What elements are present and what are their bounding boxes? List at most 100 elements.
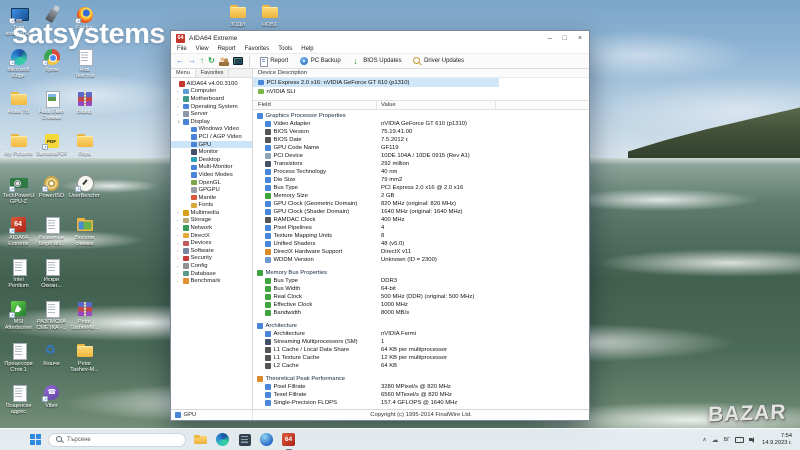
tree-item[interactable]: Desktop <box>171 156 252 164</box>
field-row[interactable]: BIOS Version 75.19.41.00 <box>253 128 589 136</box>
expand-arrow-icon[interactable]: › <box>177 226 181 231</box>
field-row[interactable]: Texel Fillrate 6560 MTexel/s @ 820 MHz <box>253 391 589 399</box>
desktop-icon[interactable]: ЗОДИ <box>222 3 253 28</box>
field-row[interactable]: RAMDAC Clock 400 MHz <box>253 216 589 224</box>
language-indicator[interactable]: БГ <box>724 437 731 443</box>
field-row[interactable]: L2 Cache 64 KB <box>253 362 589 370</box>
field-row[interactable]: Process Technology 40 nm <box>253 168 589 176</box>
field-row[interactable]: WDDM Version Unknown (ID = 2300) <box>253 256 589 264</box>
forward-icon[interactable]: → <box>188 57 196 65</box>
expand-arrow-icon[interactable]: › <box>177 210 181 215</box>
expand-arrow-icon[interactable]: › <box>177 233 181 238</box>
field-row[interactable]: Real Clock 500 MHz (DDR) (original: 500 … <box>253 293 589 301</box>
users-icon[interactable] <box>218 56 229 66</box>
tree-item[interactable]: › Storage <box>171 217 252 225</box>
field-row[interactable]: Bus Type PCI Express 2.0 x16 @ 2.0 x16 <box>253 184 589 192</box>
field-row[interactable]: Texture Mapping Units 8 <box>253 232 589 240</box>
menu-item[interactable]: View <box>196 46 209 52</box>
tree-item[interactable]: GPGPU <box>171 186 252 194</box>
remote-monitor-icon[interactable] <box>232 57 243 65</box>
group-row[interactable]: Graphics Processor Properties <box>253 112 589 120</box>
value-column-header[interactable]: Value <box>377 101 496 109</box>
field-row[interactable]: Streaming Multiprocessors (SM) 1 <box>253 338 589 346</box>
field-row[interactable]: GPU Clock (Geometric Domain) 820 MHz (or… <box>253 200 589 208</box>
field-row[interactable]: Effective Clock 1000 MHz <box>253 301 589 309</box>
menu-item[interactable]: Favorites <box>245 46 270 52</box>
report-button[interactable]: Report <box>256 56 292 67</box>
field-row[interactable]: Pixel Fillrate 3280 MPixel/s @ 820 MHz <box>253 383 589 391</box>
menu-item[interactable]: Report <box>218 46 236 52</box>
field-row[interactable]: Architecture nVIDIA Fermi <box>253 330 589 338</box>
tray-chevron-icon[interactable]: ∧ <box>703 437 707 443</box>
minimize-button[interactable]: – <box>548 35 552 42</box>
tree-item[interactable]: › Devices <box>171 239 252 247</box>
menu-item[interactable]: Help <box>301 46 313 52</box>
desktop-icon[interactable]: НОВ1 <box>254 3 285 28</box>
tree-item[interactable]: GPU <box>171 140 252 149</box>
expand-arrow-icon[interactable]: › <box>177 256 181 261</box>
field-row[interactable]: Video Adapter nVIDIA GeForce GT 610 (p13… <box>253 120 589 128</box>
expand-arrow-icon[interactable]: › <box>177 279 181 284</box>
menu-item[interactable]: Tools <box>278 46 292 52</box>
field-row[interactable]: DirectX Hardware Support DirectX v11 <box>253 248 589 256</box>
group-row[interactable]: Memory Bus Properties <box>253 269 589 277</box>
expand-arrow-icon[interactable]: › <box>177 218 181 223</box>
field-row[interactable]: GPU Code Name GF119 <box>253 144 589 152</box>
field-row[interactable]: Transistors 292 million <box>253 160 589 168</box>
tree-item[interactable]: Video Modes <box>171 171 252 179</box>
tree-item[interactable]: › Config <box>171 262 252 270</box>
tree-item[interactable]: › Network <box>171 224 252 232</box>
expand-arrow-icon[interactable]: › <box>177 112 181 117</box>
tree-item[interactable]: › Software <box>171 247 252 255</box>
tree-item[interactable]: Multi-Monitor <box>171 164 252 172</box>
expand-arrow-icon[interactable]: › <box>177 89 181 94</box>
tree-item[interactable]: › Benchmark <box>171 277 252 285</box>
tree-item[interactable]: OpenGL <box>171 179 252 187</box>
field-row[interactable]: Bus Type DDR3 <box>253 277 589 285</box>
field-row[interactable]: L1 Cache / Local Data Share 64 KB per mu… <box>253 346 589 354</box>
search-input[interactable]: Търсене <box>48 432 186 447</box>
tree-item[interactable]: › Server <box>171 110 252 118</box>
tree-item[interactable]: › DirectX <box>171 232 252 240</box>
field-row[interactable]: Bandwidth 8000 MB/s <box>253 309 589 317</box>
volume-icon[interactable] <box>749 436 757 444</box>
taskbar-aida64[interactable] <box>281 432 296 450</box>
pc-backup-button[interactable]: PC Backup <box>296 56 344 67</box>
field-column-header[interactable]: Field <box>253 101 377 109</box>
taskbar-explorer[interactable] <box>193 432 208 447</box>
expand-arrow-icon[interactable]: › <box>177 104 181 109</box>
network-icon[interactable] <box>735 436 745 444</box>
tree-item[interactable]: Monitor <box>171 148 252 156</box>
driver-updates-button[interactable]: Driver Updates <box>410 56 468 67</box>
onedrive-icon[interactable]: ☁ <box>712 436 719 444</box>
group-row[interactable]: Architecture <box>253 322 589 330</box>
menu-item[interactable]: File <box>177 46 187 52</box>
field-row[interactable]: Die Size 79 mm2 <box>253 176 589 184</box>
close-button[interactable]: × <box>578 35 582 42</box>
tab-menu[interactable]: Menu <box>171 69 196 77</box>
field-row[interactable]: Bus Width 64-bit <box>253 285 589 293</box>
tree-item[interactable]: Fonts <box>171 202 252 210</box>
field-row[interactable]: L1 Texture Cache 12 KB per multiprocesso… <box>253 354 589 362</box>
tree-item[interactable]: Windows Video <box>171 126 252 134</box>
tree-item[interactable]: › Computer <box>171 88 252 96</box>
device-description-header[interactable]: Device Description <box>253 69 589 78</box>
tree-item[interactable]: › Database <box>171 270 252 278</box>
back-icon[interactable]: ← <box>176 57 184 65</box>
field-row[interactable]: Unified Shaders 48 (v5.0) <box>253 240 589 248</box>
tree-item[interactable]: › Security <box>171 255 252 263</box>
tab-favorites[interactable]: Favorites <box>196 69 230 77</box>
expand-arrow-icon[interactable]: › <box>177 241 181 246</box>
expand-arrow-icon[interactable]: › <box>177 271 181 276</box>
tree-item[interactable]: › Operating System <box>171 103 252 111</box>
maximize-button[interactable]: □ <box>563 35 567 42</box>
taskbar-calculator[interactable] <box>237 432 252 447</box>
bios-updates-button[interactable]: BIOS Updates <box>349 56 405 67</box>
device-row[interactable]: PCI Express 2.0 x16: nVIDIA GeForce GT 6… <box>253 78 589 87</box>
tree-item[interactable]: › Motherboard <box>171 95 252 103</box>
up-icon[interactable]: ↑ <box>200 57 204 65</box>
group-row[interactable]: Theoretical Peak Performance <box>253 375 589 383</box>
tree-item[interactable]: AIDA64 v4.00.3100 <box>171 80 252 88</box>
tree-item[interactable]: › Multimedia <box>171 209 252 217</box>
tree-item[interactable]: PCI / AGP Video <box>171 133 252 141</box>
